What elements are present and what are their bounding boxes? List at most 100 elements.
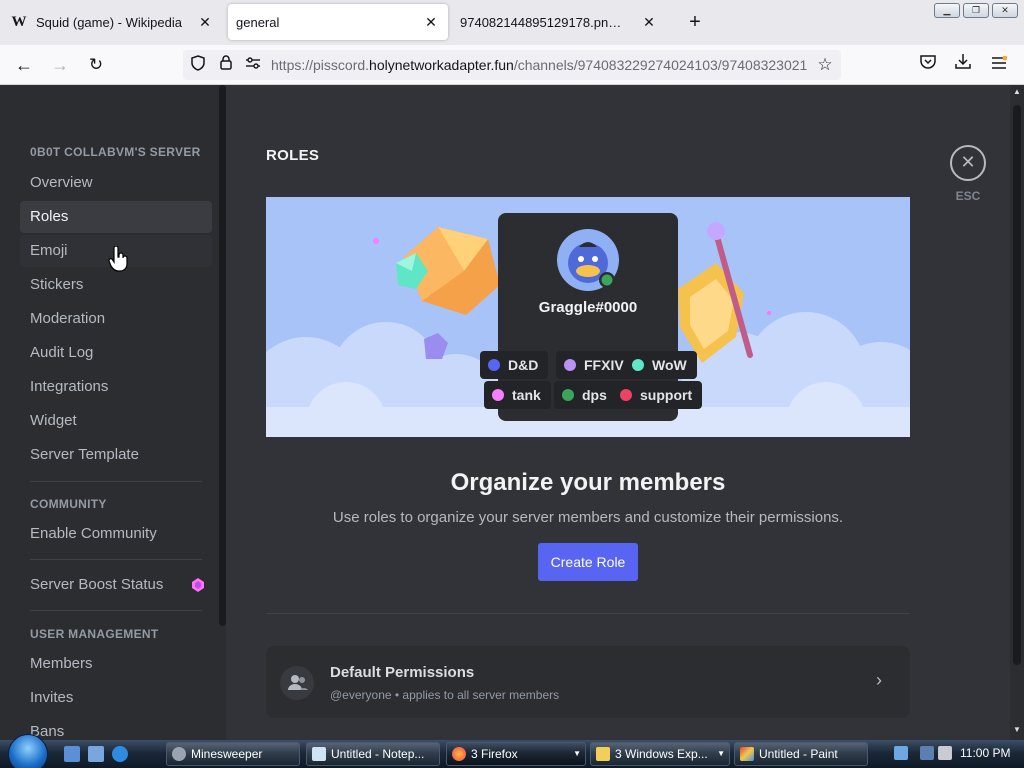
sample-profile-card: Graggle#0000 D&D FFXIV WoW tank dps supp…	[480, 213, 703, 421]
window-minimize-button[interactable]: ▁	[934, 3, 960, 18]
chevron-right-icon: ›	[876, 670, 882, 690]
pocket-icon[interactable]	[916, 53, 940, 77]
tab-title: Squid (game) - Wikipedia	[36, 14, 182, 30]
url-text[interactable]: https://pisscord.holynetworkadapter.fun/…	[271, 57, 807, 73]
sidebar-item-overview[interactable]: Overview	[20, 167, 212, 199]
internet-explorer-icon[interactable]	[112, 746, 128, 762]
boost-gem-icon	[192, 578, 204, 592]
show-desktop-icon[interactable]	[64, 746, 80, 762]
page-scrollbar[interactable]: ▲ ▼	[1010, 85, 1024, 740]
role-tag-wow: WoW	[624, 351, 697, 379]
sidebar-divider	[30, 610, 202, 611]
members-icon	[280, 666, 314, 700]
system-tray: 11:00 PM	[884, 740, 1024, 768]
firefox-icon	[452, 747, 466, 761]
menu-icon[interactable]	[987, 53, 1011, 77]
sidebar-divider	[30, 559, 202, 560]
profile-username: Graggle#0000	[538, 299, 638, 316]
tab-close-icon[interactable]: ✕	[640, 13, 658, 31]
sidebar-item-members[interactable]: Members	[20, 648, 212, 680]
new-tab-button[interactable]: +	[684, 11, 706, 33]
sidebar-scrollbar[interactable]	[219, 85, 226, 626]
hand-cursor-icon	[108, 246, 128, 272]
sidebar-item-roles[interactable]: Roles	[20, 201, 212, 233]
taskbar-minesweeper[interactable]: Minesweeper	[166, 742, 300, 766]
tab-image[interactable]: 974082144895129178.png (JPEG Ima ✕	[454, 4, 666, 40]
sidebar-item-label: Server Boost Status	[30, 576, 164, 593]
forward-button[interactable]: →	[48, 53, 72, 77]
sidebar-item-server-boost-status[interactable]: Server Boost Status	[20, 569, 212, 601]
windows-taskbar: Minesweeper Untitled - Notep... 3 Firefo…	[0, 734, 1024, 768]
sidebar-item-enable-community[interactable]: Enable Community	[20, 518, 212, 550]
sidebar-item-widget[interactable]: Widget	[20, 405, 212, 437]
notepad-icon	[312, 747, 326, 761]
paint-icon	[740, 747, 754, 761]
window-maximize-button[interactable]: ❐	[963, 3, 989, 18]
url-bar[interactable]: https://pisscord.holynetworkadapter.fun/…	[183, 50, 841, 80]
create-role-button[interactable]: Create Role	[538, 543, 638, 581]
permissions-icon[interactable]	[243, 55, 263, 75]
role-color-dot	[620, 389, 632, 401]
esc-label: ESC	[955, 189, 981, 203]
display-icon[interactable]	[920, 746, 934, 760]
taskbar-clock[interactable]: 11:00 PM	[960, 746, 1010, 760]
shield-icon[interactable]	[188, 55, 208, 75]
group-dropdown-icon: ▼	[573, 749, 581, 758]
download-icon[interactable]	[951, 53, 975, 77]
default-permissions-row[interactable]: Default Permissions @everyone • applies …	[266, 646, 910, 718]
reload-button[interactable]: ↻	[84, 53, 108, 77]
role-color-dot	[564, 359, 576, 371]
role-tag-support: support	[612, 381, 703, 409]
default-permissions-title: Default Permissions	[330, 664, 475, 681]
lock-icon[interactable]	[216, 55, 236, 75]
sidebar-item-server-template[interactable]: Server Template	[20, 439, 212, 471]
back-button[interactable]: ←	[12, 53, 36, 77]
tab-title: general	[236, 14, 280, 30]
section-divider	[266, 613, 910, 614]
role-color-dot	[492, 389, 504, 401]
role-tag-dps: dps	[554, 381, 617, 409]
taskbar-explorer-group[interactable]: 3 Windows Exp... ▼	[590, 742, 730, 766]
switch-windows-icon[interactable]	[88, 746, 104, 762]
folder-icon	[596, 747, 610, 761]
scroll-up-arrow-icon[interactable]: ▲	[1010, 87, 1024, 96]
sidebar-item-moderation[interactable]: Moderation	[20, 303, 212, 335]
scrollbar-thumb[interactable]	[1013, 105, 1021, 665]
sidebar-item-audit-log[interactable]: Audit Log	[20, 337, 212, 369]
tab-close-icon[interactable]: ✕	[196, 13, 214, 31]
volume-muted-icon[interactable]	[938, 746, 952, 760]
tab-wikipedia[interactable]: W Squid (game) - Wikipedia ✕	[4, 4, 222, 40]
sidebar-item-bans[interactable]: Bans	[20, 716, 212, 740]
sidebar-item-integrations[interactable]: Integrations	[20, 371, 212, 403]
server-settings-header: 0B0T COLLABVM'S SERVER	[30, 145, 201, 159]
taskbar-firefox-group[interactable]: 3 Firefox ▼	[446, 742, 586, 766]
tab-close-icon[interactable]: ✕	[422, 13, 440, 31]
group-dropdown-icon: ▼	[717, 749, 725, 758]
tab-title: 974082144895129178.png (JPEG Ima	[460, 14, 628, 30]
scroll-down-arrow-icon[interactable]: ▼	[1010, 725, 1024, 734]
user-management-header: USER MANAGEMENT	[30, 627, 159, 641]
wikipedia-icon: W	[11, 14, 27, 30]
minesweeper-icon	[172, 747, 186, 761]
settings-sidebar: 0B0T COLLABVM'S SERVER Overview Roles Em…	[0, 85, 226, 740]
start-button[interactable]	[8, 734, 48, 768]
organize-description: Use roles to organize your server member…	[332, 509, 844, 526]
sidebar-item-stickers[interactable]: Stickers	[20, 269, 212, 301]
page-title: ROLES	[266, 147, 320, 164]
role-color-dot	[632, 359, 644, 371]
role-tag-ffxiv: FFXIV	[556, 351, 634, 379]
role-color-dot	[562, 389, 574, 401]
roles-hero-illustration: Graggle#0000 D&D FFXIV WoW tank dps supp…	[266, 197, 910, 437]
organize-headline: Organize your members	[450, 469, 726, 496]
roles-settings-panel: ROLES ✕ ESC Graggle#0000 D&D FFXIV WoW t…	[226, 85, 1010, 740]
tab-general[interactable]: general ✕	[228, 4, 448, 40]
community-header: COMMUNITY	[30, 497, 107, 511]
network-icon[interactable]	[894, 746, 908, 760]
window-close-button[interactable]: ✕	[992, 3, 1018, 18]
taskbar-paint[interactable]: Untitled - Paint	[734, 742, 868, 766]
close-settings-button[interactable]: ✕	[950, 145, 986, 181]
role-tag-tank: tank	[484, 381, 551, 409]
taskbar-notepad[interactable]: Untitled - Notep...	[306, 742, 440, 766]
sidebar-item-invites[interactable]: Invites	[20, 682, 212, 714]
bookmark-star-icon[interactable]: ☆	[815, 55, 835, 75]
